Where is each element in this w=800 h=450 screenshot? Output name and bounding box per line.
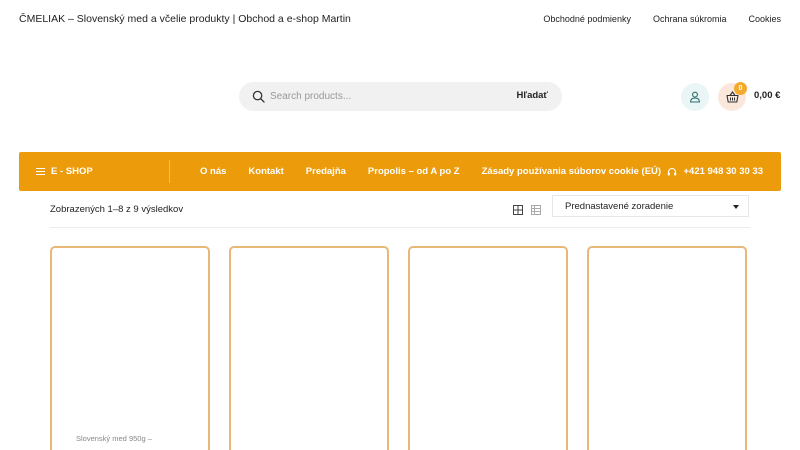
divider: [50, 227, 750, 228]
list-view-icon[interactable]: [531, 202, 541, 215]
search-icon: [252, 90, 265, 103]
nav-item-store[interactable]: Predajňa: [306, 166, 346, 177]
top-bar: ČMELIAK – Slovenský med a včelie produkt…: [0, 0, 800, 40]
results-count: Zobrazených 1–8 z 9 výsledkov: [50, 204, 184, 215]
eshop-label: E - SHOP: [51, 166, 93, 177]
product-card[interactable]: [229, 246, 389, 450]
nav-item-contact[interactable]: Kontakt: [248, 166, 283, 177]
product-card[interactable]: [408, 246, 568, 450]
link-cookies[interactable]: Cookies: [748, 14, 781, 24]
search-button[interactable]: Hľadať: [517, 90, 548, 101]
grid-view-icon[interactable]: [513, 202, 523, 215]
phone-number: +421 948 30 30 33: [683, 166, 763, 177]
main-nav: E - SHOP O nás Kontakt Predajňa Propolis…: [19, 152, 781, 191]
view-toggles: [513, 202, 541, 215]
sort-select[interactable]: Prednastavené zoradenie: [552, 195, 749, 217]
nav-divider: [169, 160, 170, 183]
nav-item-cookie-policy[interactable]: Zásady používania súborov cookie (EÚ): [482, 166, 661, 177]
account-button[interactable]: [681, 83, 709, 111]
cart-count-badge: 0: [734, 82, 747, 95]
nav-items: O nás Kontakt Predajňa Propolis – od A p…: [200, 166, 683, 177]
product-card[interactable]: Slovenský med 950g –: [50, 246, 210, 450]
headset-icon: [668, 167, 677, 175]
link-terms[interactable]: Obchodné podmienky: [543, 14, 631, 24]
cart-total[interactable]: 0,00 €: [754, 90, 780, 101]
top-links: Obchodné podmienky Ochrana súkromia Cook…: [521, 14, 781, 24]
chevron-down-icon: [733, 205, 739, 209]
product-name[interactable]: Slovenský med 950g –: [76, 434, 152, 443]
site-title[interactable]: ČMELIAK – Slovenský med a včelie produkt…: [19, 13, 351, 25]
product-card[interactable]: [587, 246, 747, 450]
eshop-menu-toggle[interactable]: E - SHOP: [36, 166, 93, 177]
search-bar: Hľadať: [239, 82, 562, 111]
user-icon: [690, 91, 700, 103]
nav-phone[interactable]: +421 948 30 30 33: [667, 166, 763, 177]
search-input[interactable]: [270, 82, 490, 111]
link-privacy[interactable]: Ochrana súkromia: [653, 14, 727, 24]
nav-item-propolis[interactable]: Propolis – od A po Z: [368, 166, 460, 177]
hamburger-icon: [36, 167, 45, 176]
sort-selected-value: Prednastavené zoradenie: [565, 201, 674, 212]
nav-item-about[interactable]: O nás: [200, 166, 226, 177]
